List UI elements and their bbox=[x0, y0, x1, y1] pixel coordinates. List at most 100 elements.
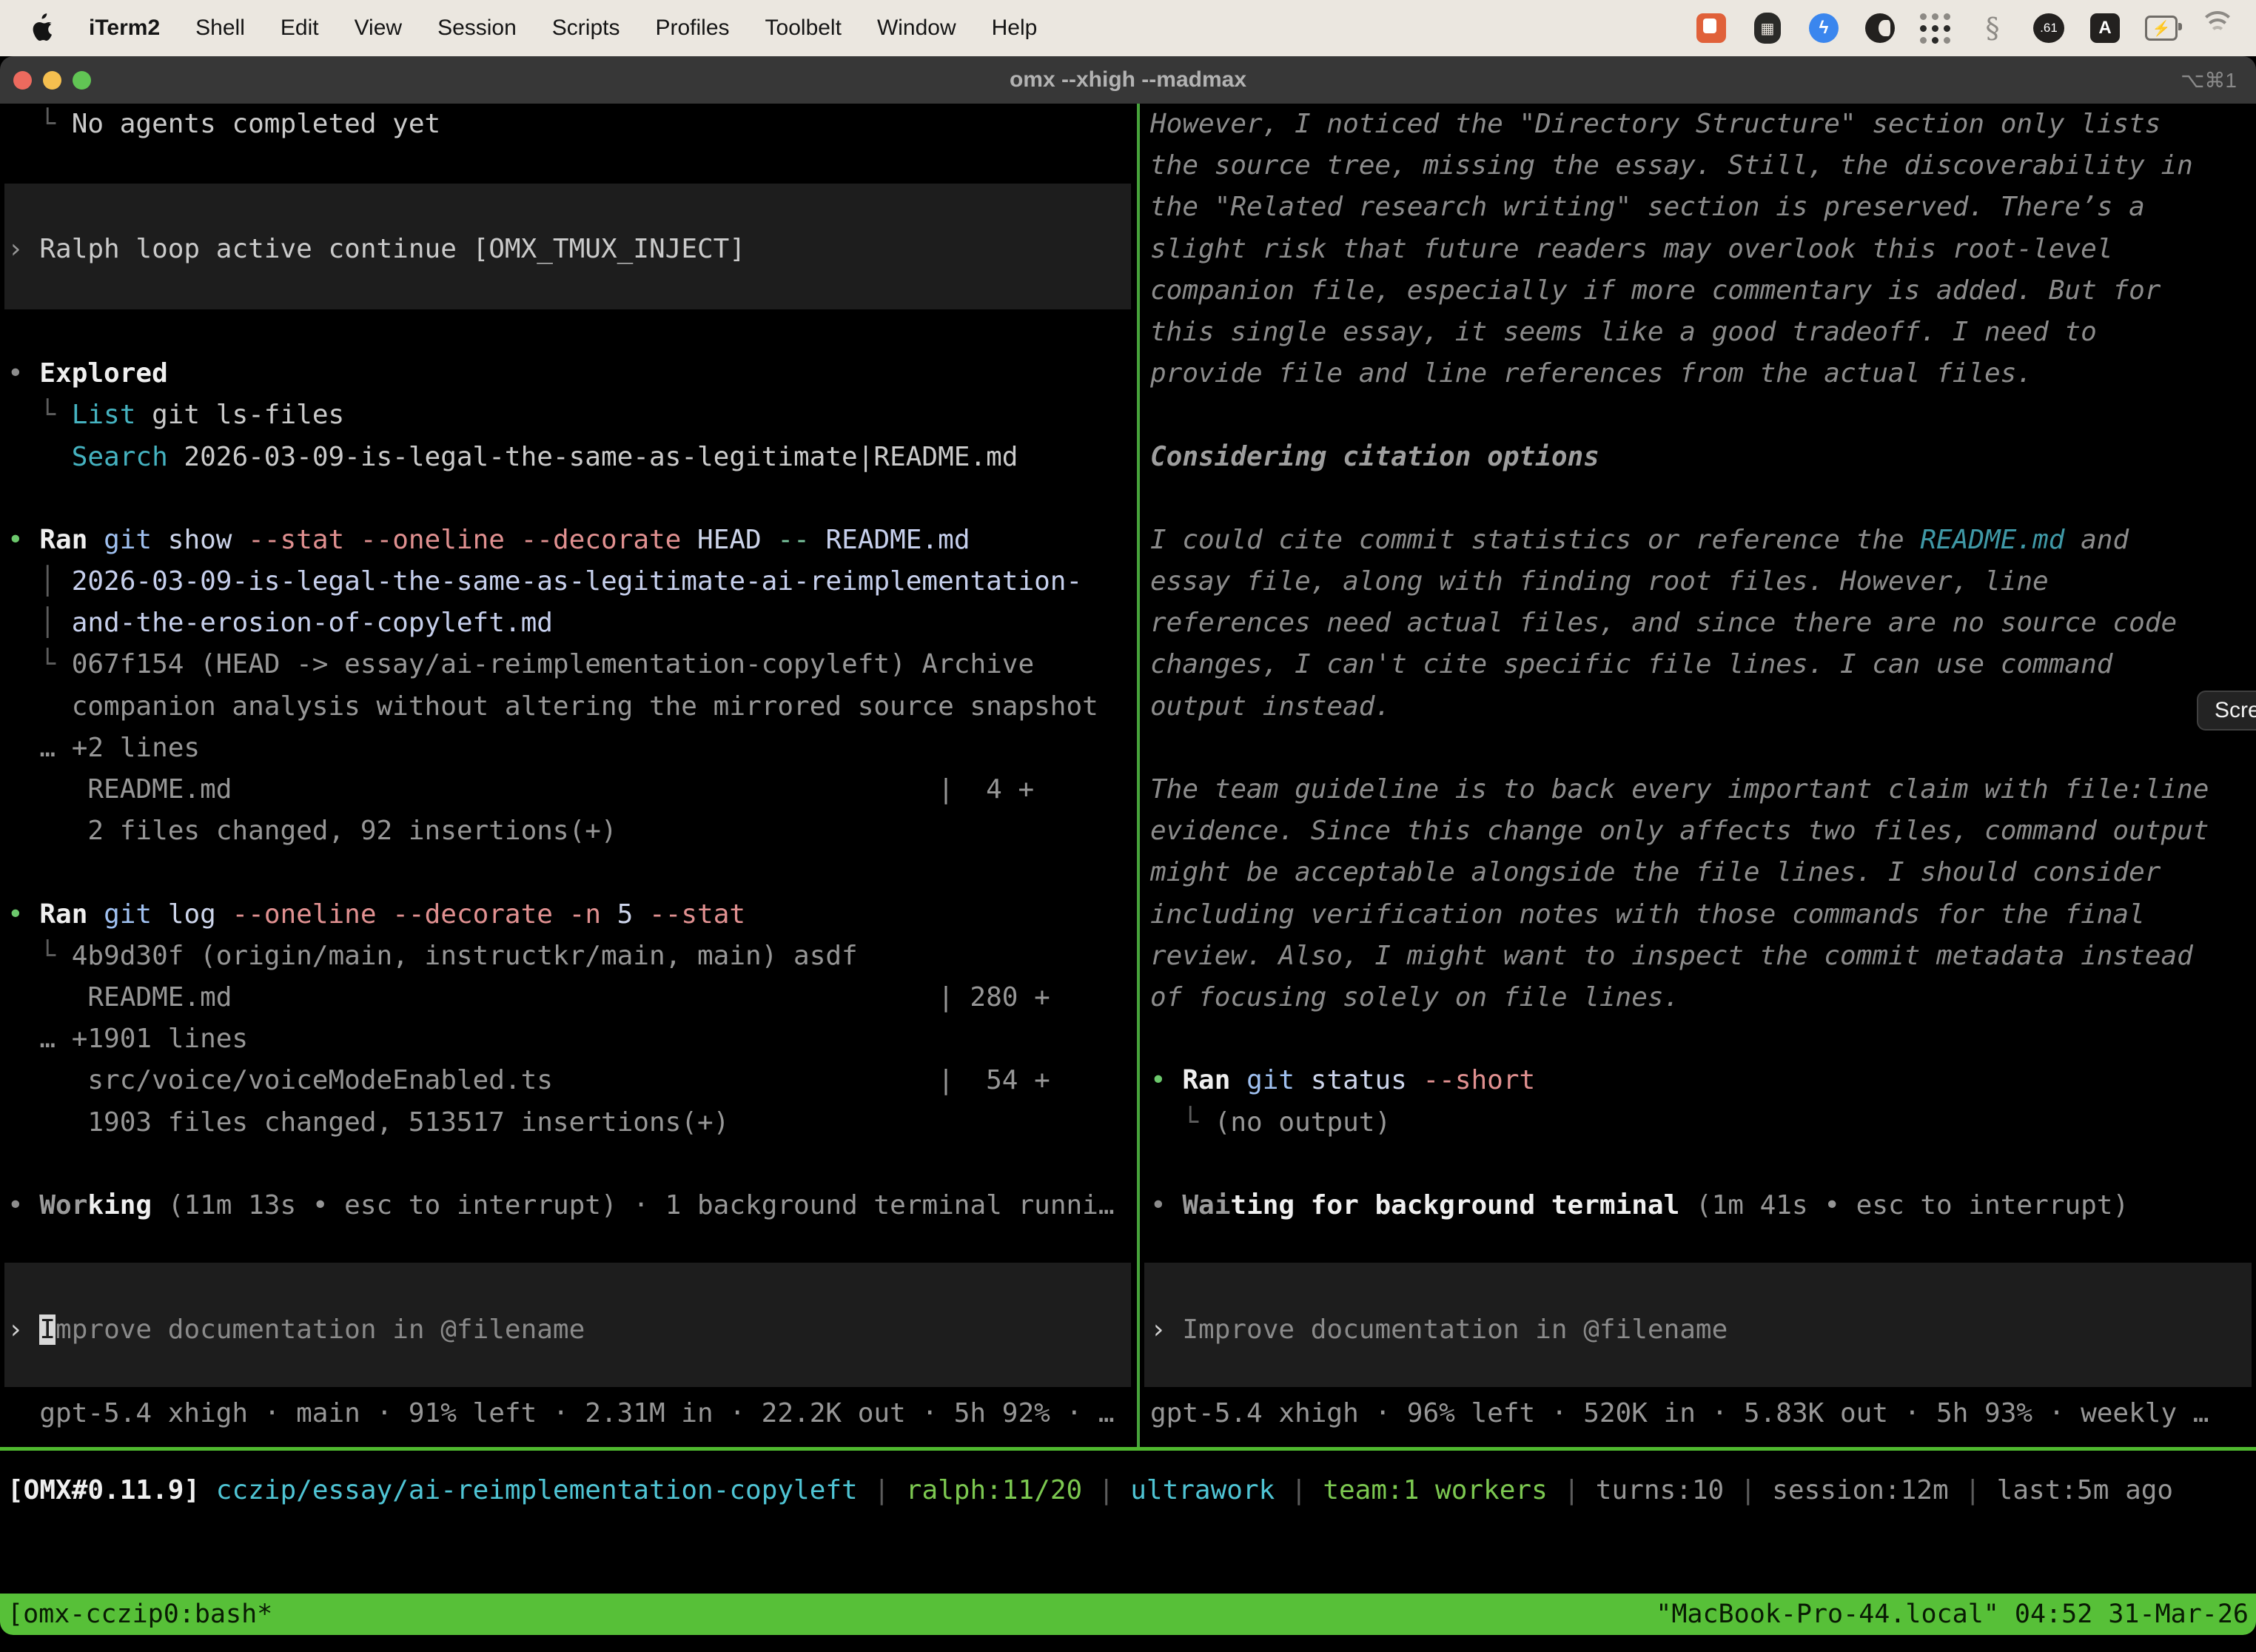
terminal-row: └ (no output) bbox=[1150, 1102, 2256, 1144]
terminal-row: • Working (11m 13s • esc to interrupt) ·… bbox=[7, 1185, 1137, 1226]
menubar-status-icons: ▦ ϟ § .61 A ⚡ bbox=[1695, 12, 2234, 44]
terminal-row bbox=[1150, 1018, 2256, 1060]
terminal-row bbox=[1150, 478, 2256, 520]
iterm-window: omx --xhigh --madmax ⌥⌘1 └ No agents com… bbox=[0, 56, 2256, 1635]
terminal-row: I could cite commit statistics or refere… bbox=[1150, 520, 2256, 561]
terminal-row: └ 067f154 (HEAD -> essay/ai-reimplementa… bbox=[7, 644, 1137, 685]
apple-menu-icon[interactable] bbox=[30, 13, 59, 43]
terminal-row: essay file, along with finding root file… bbox=[1150, 561, 2256, 602]
crescent-circle-icon[interactable] bbox=[1864, 12, 1896, 44]
battery-icon[interactable]: ⚡ bbox=[2145, 12, 2178, 44]
terminal-row: evidence. Since this change only affects… bbox=[1150, 810, 2256, 852]
menu-toolbelt[interactable]: Toolbelt bbox=[748, 16, 859, 41]
terminal-row: › Improve documentation in @filename bbox=[7, 1309, 1137, 1351]
left-pane-content: └ No agents completed yet › Ralph loop ac… bbox=[0, 104, 1137, 1447]
pane-bottom-divider bbox=[0, 1447, 2256, 1451]
terminal-row: › Improve documentation in @filename bbox=[1150, 1309, 2256, 1351]
terminal-row: this single essay, it seems like a good … bbox=[1150, 312, 2256, 353]
terminal-row: references need actual files, and since … bbox=[1150, 602, 2256, 644]
terminal-row: the source tree, missing the essay. Stil… bbox=[1150, 145, 2256, 187]
terminal-row: However, I noticed the "Directory Struct… bbox=[1150, 104, 2256, 145]
terminal-row bbox=[7, 312, 1137, 353]
tab-shortcut-badge: ⌥⌘1 bbox=[2181, 68, 2237, 93]
terminal-row bbox=[7, 270, 1137, 312]
terminal-row: gpt-5.4 xhigh · main · 91% left · 2.31M … bbox=[7, 1393, 1137, 1434]
menu-shell[interactable]: Shell bbox=[178, 16, 263, 41]
omx-status-bar: [OMX#0.11.9] cczip/essay/ai-reimplementa… bbox=[7, 1470, 2173, 1511]
terminal-row bbox=[1150, 394, 2256, 436]
terminal-row: might be acceptable alongside the file l… bbox=[1150, 852, 2256, 893]
blue-badge-icon[interactable]: ϟ bbox=[1807, 12, 1840, 44]
terminal-row: • Ran git show --stat --oneline --decora… bbox=[7, 520, 1137, 561]
terminal-row: └ 4b9d30f (origin/main, instructkr/main,… bbox=[7, 936, 1137, 977]
terminal-row: review. Also, I might want to inspect th… bbox=[1150, 936, 2256, 977]
terminal-row: • Waiting for background terminal (1m 41… bbox=[1150, 1185, 2256, 1226]
terminal-row: │ 2026-03-09-is-legal-the-same-as-legiti… bbox=[7, 561, 1137, 602]
terminal-row bbox=[7, 1268, 1137, 1309]
terminal-row: changes, I can't cite specific file line… bbox=[1150, 644, 2256, 685]
terminal-row: output instead. bbox=[1150, 686, 2256, 728]
terminal-row: • Explored bbox=[7, 353, 1137, 394]
terminal-row: … +2 lines bbox=[7, 728, 1137, 769]
terminal-row bbox=[7, 852, 1137, 893]
terminal-row: slight risk that future readers may over… bbox=[1150, 229, 2256, 270]
menu-iterm2[interactable]: iTerm2 bbox=[71, 16, 178, 41]
terminal-row: │ and-the-erosion-of-copyleft.md bbox=[7, 602, 1137, 644]
terminal-row: provide file and line references from th… bbox=[1150, 353, 2256, 394]
terminal-row bbox=[7, 1144, 1137, 1185]
tmux-session-label: [omx-cczip0:bash* bbox=[7, 1594, 272, 1635]
terminal-row: including verification notes with those … bbox=[1150, 894, 2256, 936]
terminal-row: └ No agents completed yet bbox=[7, 104, 1137, 145]
right-agent-pane: However, I noticed the "Directory Struct… bbox=[1140, 104, 2256, 1447]
menu-edit[interactable]: Edit bbox=[263, 16, 337, 41]
terminal-row: Search 2026-03-09-is-legal-the-same-as-l… bbox=[7, 437, 1137, 478]
screen-share-tooltip: Scre bbox=[2197, 691, 2256, 731]
terminal-row: gpt-5.4 xhigh · 96% left · 520K in · 5.8… bbox=[1150, 1393, 2256, 1434]
squiggle-icon[interactable]: § bbox=[1976, 12, 2009, 44]
menu-window[interactable]: Window bbox=[859, 16, 974, 41]
terminal-row bbox=[1150, 1352, 2256, 1393]
left-agent-pane: └ No agents completed yet › Ralph loop ac… bbox=[0, 104, 1137, 1447]
titlebar[interactable]: omx --xhigh --madmax ⌥⌘1 bbox=[0, 56, 2256, 104]
terminal-row bbox=[7, 1226, 1137, 1268]
menubar: iTerm2 Shell Edit View Session Scripts P… bbox=[0, 0, 2256, 56]
wifi-icon[interactable] bbox=[2201, 12, 2234, 44]
terminal-row bbox=[7, 145, 1137, 187]
tmux-host-clock: "MacBook-Pro-44.local" 04:52 31-Mar-26 bbox=[1656, 1594, 2249, 1635]
terminal-row: 1903 files changed, 513517 insertions(+) bbox=[7, 1102, 1137, 1144]
terminal-row: Considering citation options bbox=[1150, 437, 2256, 478]
menu-scripts[interactable]: Scripts bbox=[534, 16, 638, 41]
terminal-row bbox=[1150, 1268, 2256, 1309]
terminal-row bbox=[1150, 728, 2256, 769]
terminal-row: companion analysis without altering the … bbox=[7, 686, 1137, 728]
terminal-row: 2 files changed, 92 insertions(+) bbox=[7, 810, 1137, 852]
terminal-row: README.md | 280 + bbox=[7, 977, 1137, 1018]
terminal: └ No agents completed yet › Ralph loop ac… bbox=[0, 104, 2256, 1635]
menu-session[interactable]: Session bbox=[420, 16, 534, 41]
shield-grid-icon[interactable]: ▦ bbox=[1751, 12, 1784, 44]
terminal-row: └ List git ls-files bbox=[7, 394, 1137, 436]
terminal-row: The team guideline is to back every impo… bbox=[1150, 769, 2256, 810]
tmux-status-bar: [omx-cczip0:bash* "MacBook-Pro-44.local"… bbox=[0, 1594, 2256, 1635]
screenshot-app-icon[interactable] bbox=[1695, 12, 1728, 44]
menu-profiles[interactable]: Profiles bbox=[637, 16, 747, 41]
keyboard-layout-icon[interactable]: A bbox=[2089, 12, 2121, 44]
terminal-row: … +1901 lines bbox=[7, 1018, 1137, 1060]
dots-grid-icon[interactable] bbox=[1920, 12, 1953, 44]
terminal-row: • Ran git status --short bbox=[1150, 1060, 2256, 1101]
terminal-row bbox=[7, 1352, 1137, 1393]
menu-view[interactable]: View bbox=[337, 16, 420, 41]
terminal-row: README.md | 4 + bbox=[7, 769, 1137, 810]
terminal-row bbox=[7, 478, 1137, 520]
menu-help[interactable]: Help bbox=[974, 16, 1055, 41]
terminal-row: src/voice/voiceModeEnabled.ts | 54 + bbox=[7, 1060, 1137, 1101]
terminal-row: of focusing solely on file lines. bbox=[1150, 977, 2256, 1018]
terminal-row: companion file, especially if more comme… bbox=[1150, 270, 2256, 312]
terminal-row: › Ralph loop active continue [OMX_TMUX_I… bbox=[7, 229, 1137, 270]
terminal-row: • Ran git log --oneline --decorate -n 5 … bbox=[7, 894, 1137, 936]
terminal-row bbox=[1150, 1144, 2256, 1185]
percent-badge-icon[interactable]: .61 bbox=[2032, 12, 2065, 44]
terminal-row bbox=[1150, 1226, 2256, 1268]
right-pane-content: However, I noticed the "Directory Struct… bbox=[1140, 104, 2256, 1447]
terminal-row bbox=[7, 187, 1137, 228]
